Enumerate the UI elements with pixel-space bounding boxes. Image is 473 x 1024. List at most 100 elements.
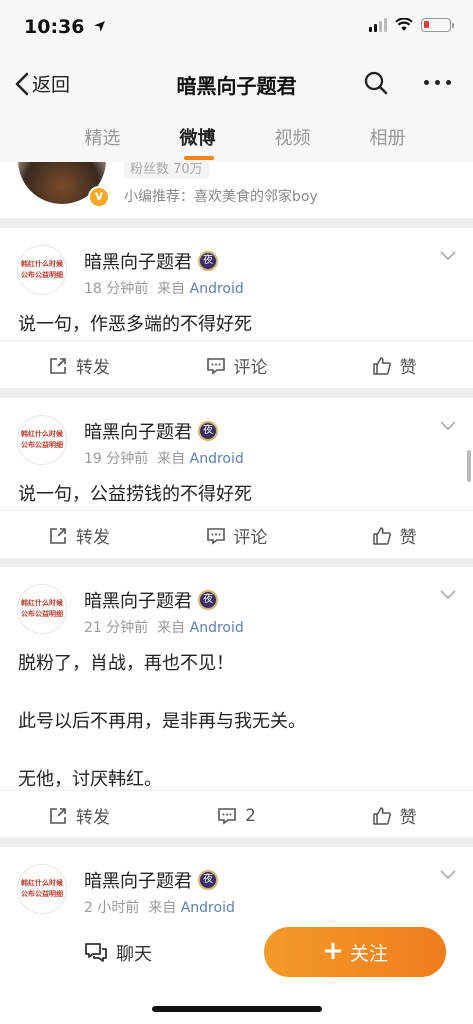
post-time: 21 分钟前 — [84, 620, 149, 636]
chat-icon — [85, 943, 107, 962]
member-badge: 夜 — [198, 590, 218, 610]
post-card[interactable]: 韩红什么时候 公布公益明细 暗黑向子题君 夜 19 分钟前 来自 Android… — [0, 398, 473, 558]
page-title: 暗黑向子题君 — [176, 74, 297, 98]
comment-button[interactable]: 2 — [158, 791, 316, 840]
status-time: 10:36 — [24, 16, 106, 38]
chat-button[interactable]: 聊天 — [84, 940, 152, 966]
profile-tabs: 精选 微博 视频 相册 — [0, 112, 473, 162]
like-button[interactable]: 赞 — [315, 511, 473, 560]
post-author[interactable]: 暗黑向子题君 夜 — [84, 248, 218, 274]
post-avatar[interactable]: 韩红什么时候 公布公益明细 — [17, 864, 67, 914]
status-bar: 10:36 — [0, 0, 473, 56]
comment-label: 评论 — [233, 528, 268, 548]
chevron-down-icon[interactable] — [439, 869, 457, 881]
repost-button[interactable]: 转发 — [0, 791, 158, 840]
post-source[interactable]: Android — [190, 620, 244, 636]
post-text: 说一句，公益捞钱的不得好死 — [18, 484, 252, 505]
tab-album[interactable]: 相册 — [340, 112, 435, 162]
bottom-bar: 聊天 + 关注 — [0, 918, 473, 1024]
status-time-text: 10:36 — [24, 16, 85, 38]
post-source[interactable]: Android — [190, 451, 244, 467]
post-from-label: 来自 — [157, 281, 186, 297]
post-card[interactable]: 韩红什么时候 公布公益明细 暗黑向子题君 夜 21 分钟前 来自 Android… — [0, 567, 473, 837]
post-source[interactable]: Android — [181, 900, 235, 916]
chevron-down-icon[interactable] — [439, 589, 457, 601]
avatar-text-line: 公布公益明细 — [21, 271, 63, 279]
post-card[interactable]: 韩红什么时候 公布公益明细 暗黑向子题君 夜 2 小时前 来自 Android — [0, 847, 473, 918]
comment-button[interactable]: 评论 — [158, 511, 316, 560]
avatar-text-line: 公布公益明细 — [21, 441, 63, 449]
like-button[interactable]: 赞 — [315, 341, 473, 390]
post-text: 脱粉了，肖战，再也不见！ 此号以后不再用，是非再与我无关。 无他，讨厌韩红。 — [18, 653, 306, 790]
post-actions: 转发 2 赞 — [0, 790, 473, 840]
repost-label: 转发 — [75, 808, 110, 828]
comment-button[interactable]: 评论 — [158, 341, 316, 390]
post-author[interactable]: 暗黑向子题君 夜 — [84, 418, 218, 444]
avatar-text-line: 韩红什么时候 — [21, 260, 63, 268]
comment-label: 评论 — [233, 358, 268, 378]
search-icon — [364, 71, 388, 95]
repost-button[interactable]: 转发 — [0, 511, 158, 560]
tab-featured[interactable]: 精选 — [55, 112, 150, 162]
chevron-down-icon[interactable] — [439, 420, 457, 432]
post-meta: 18 分钟前 来自 Android — [84, 278, 244, 298]
repost-label: 转发 — [75, 358, 110, 378]
post-time: 2 小时前 — [84, 900, 140, 916]
avatar-text-line: 韩红什么时候 — [21, 879, 63, 887]
author-name: 暗黑向子题君 — [84, 871, 192, 892]
verified-badge: v — [88, 186, 110, 208]
follow-button[interactable]: + 关注 — [264, 927, 446, 977]
post-author[interactable]: 暗黑向子题君 夜 — [84, 587, 218, 613]
author-name: 暗黑向子题君 — [84, 591, 192, 612]
post-avatar[interactable]: 韩红什么时候 公布公益明细 — [17, 415, 67, 465]
post-meta: 21 分钟前 来自 Android — [84, 617, 244, 637]
post-card[interactable]: 韩红什么时候 公布公益明细 暗黑向子题君 夜 18 分钟前 来自 Android… — [0, 228, 473, 388]
tab-video[interactable]: 视频 — [245, 112, 340, 162]
post-author[interactable]: 暗黑向子题君 夜 — [84, 867, 218, 893]
share-icon — [50, 357, 66, 374]
post-time: 19 分钟前 — [84, 451, 149, 467]
status-indicators — [369, 18, 454, 32]
member-badge: 夜 — [198, 421, 218, 441]
like-label: 赞 — [399, 358, 417, 378]
battery-icon — [421, 18, 454, 32]
chevron-down-icon[interactable] — [439, 250, 457, 262]
search-button[interactable] — [363, 70, 389, 100]
like-label: 赞 — [399, 808, 417, 828]
post-from-label: 来自 — [157, 620, 186, 636]
like-icon — [372, 356, 391, 375]
fans-count: 粉丝数 70万 — [124, 162, 209, 179]
follow-label: 关注 — [349, 942, 388, 965]
avatar-text-line: 韩红什么时候 — [21, 430, 63, 438]
post-actions: 转发 评论 赞 — [0, 510, 473, 560]
comment-icon — [206, 527, 225, 545]
profile-header: v 粉丝数 70万 小编推荐：喜欢美食的邻家boy — [0, 162, 473, 218]
post-meta: 19 分钟前 来自 Android — [84, 448, 244, 468]
scrollbar[interactable] — [467, 450, 471, 482]
author-name: 暗黑向子题君 — [84, 422, 192, 443]
plus-icon: + — [322, 935, 344, 966]
post-avatar[interactable]: 韩红什么时候 公布公益明细 — [17, 245, 67, 295]
member-badge: 夜 — [198, 251, 218, 271]
repost-button[interactable]: 转发 — [0, 341, 158, 390]
comment-icon — [218, 807, 236, 825]
avatar-text-line: 公布公益明细 — [21, 610, 63, 618]
like-button[interactable]: 赞 — [315, 791, 473, 840]
nav-bar: 返回 暗黑向子题君 — [0, 56, 473, 112]
author-name: 暗黑向子题君 — [84, 252, 192, 273]
wifi-icon — [395, 18, 413, 31]
location-arrow-icon — [94, 21, 106, 32]
post-source[interactable]: Android — [190, 281, 244, 297]
like-icon — [372, 526, 391, 545]
like-label: 赞 — [399, 528, 417, 548]
post-text: 说一句，作恶多端的不得好死 — [18, 314, 252, 335]
avatar-text-line: 公布公益明细 — [21, 890, 63, 898]
more-icon[interactable] — [424, 80, 451, 85]
comment-icon — [206, 357, 225, 375]
share-icon — [50, 527, 66, 544]
chat-label: 聊天 — [116, 944, 152, 965]
home-indicator[interactable] — [152, 1006, 322, 1012]
post-from-label: 来自 — [148, 900, 177, 916]
tab-weibo[interactable]: 微博 — [150, 112, 245, 162]
post-avatar[interactable]: 韩红什么时候 公布公益明细 — [17, 584, 67, 634]
